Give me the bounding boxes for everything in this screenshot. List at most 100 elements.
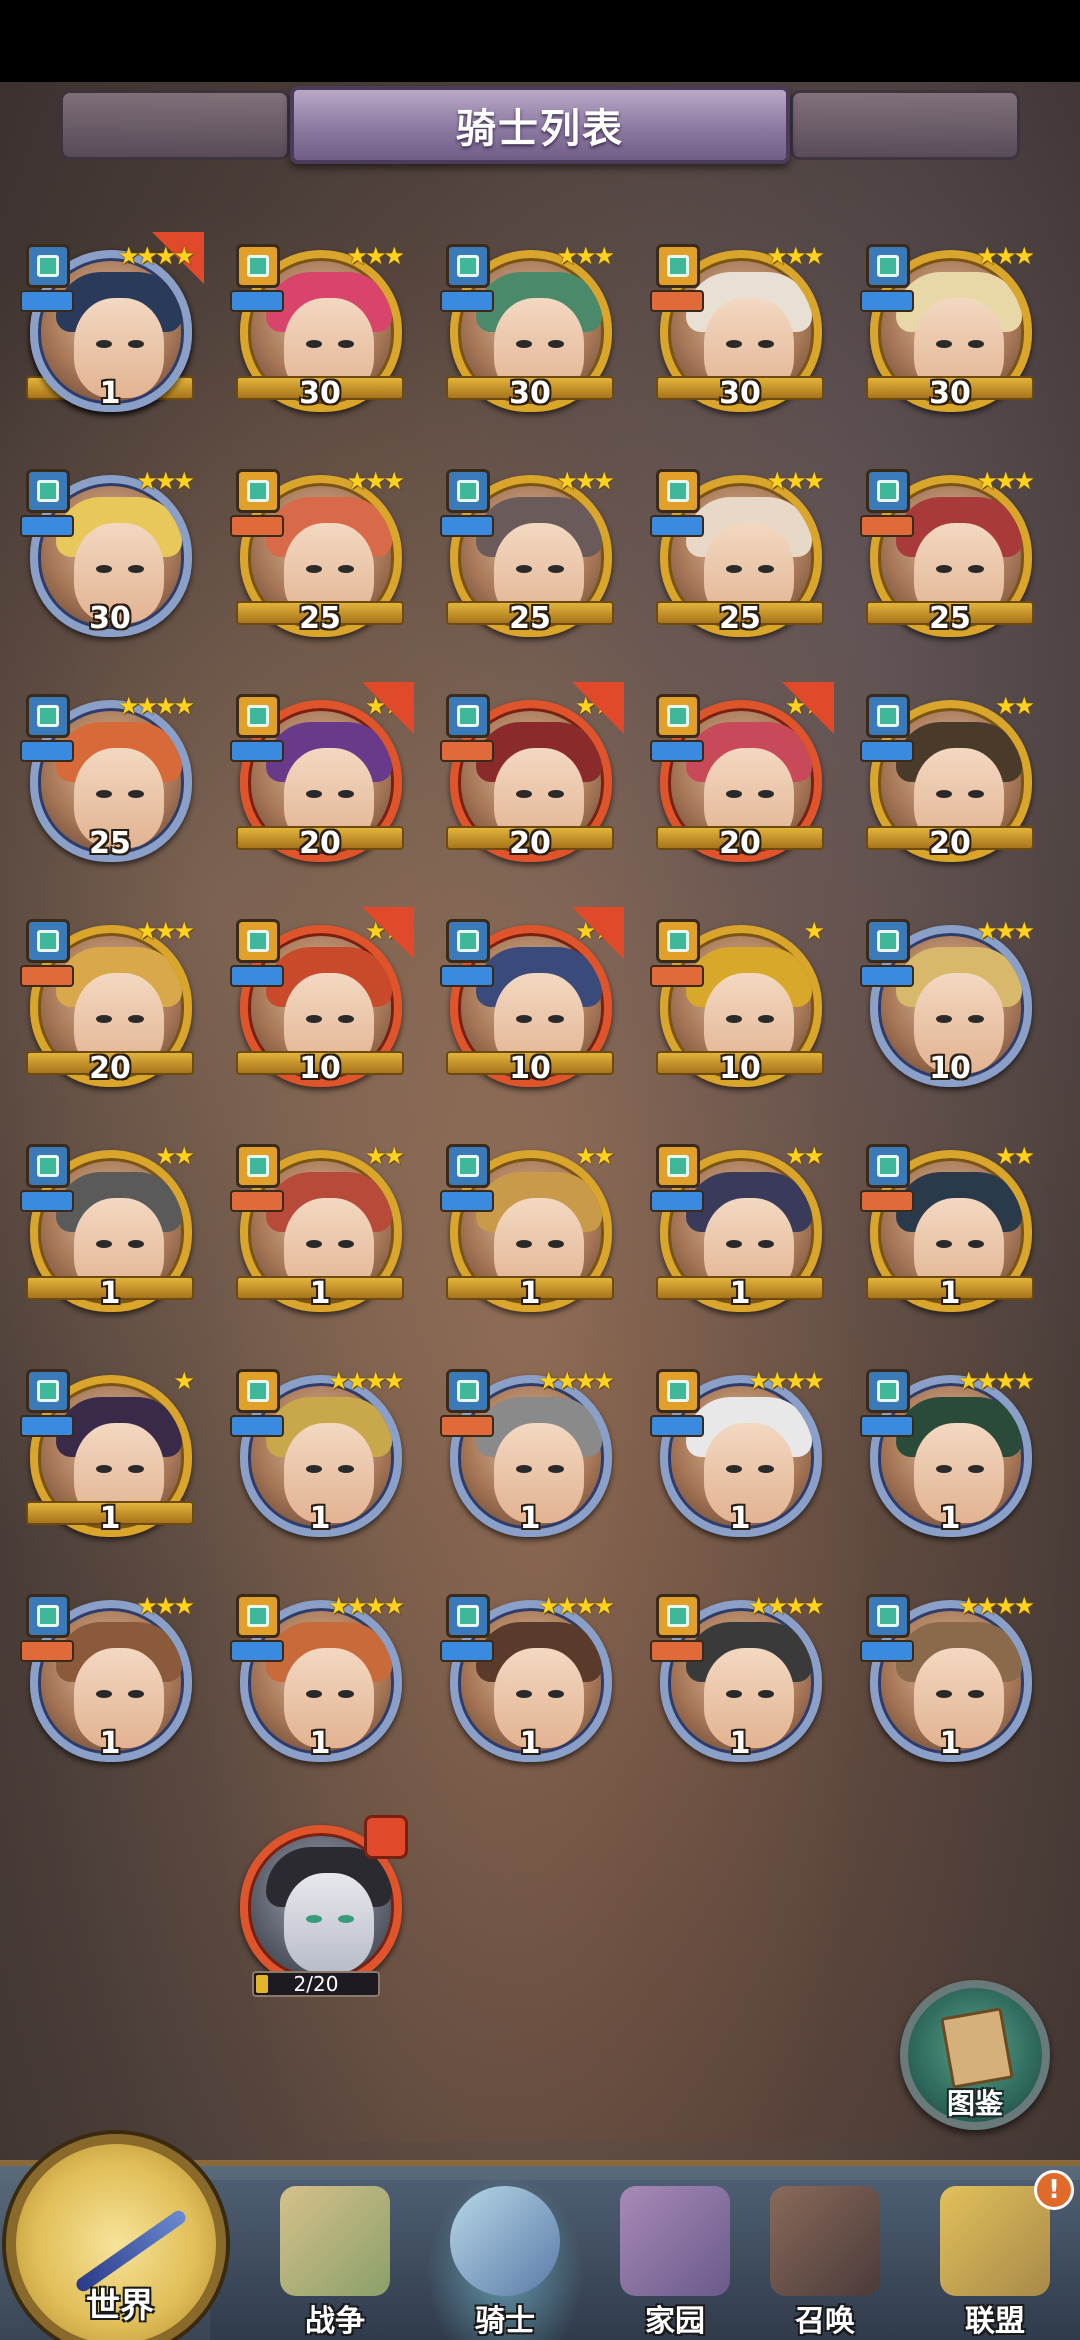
knight-portrait-eye — [936, 1015, 952, 1023]
knight-portrait-eye — [548, 1015, 564, 1023]
nav-item-summon[interactable]: 召唤 — [740, 2166, 910, 2340]
knight-card[interactable]: 1 ★★★★ — [230, 1590, 410, 1780]
knight-card[interactable]: 20 ★★ — [230, 682, 414, 880]
knight-card[interactable]: 1 ★★★★ — [860, 1590, 1040, 1780]
knight-card[interactable]: 10 ★★ — [440, 907, 624, 1105]
knight-card[interactable]: 1 ★★ — [440, 1140, 620, 1330]
title-decoration-left — [60, 90, 290, 160]
knight-portrait-eye — [338, 1015, 354, 1023]
knight-portrait-eye — [968, 1015, 984, 1023]
knight-card[interactable]: 1 ★ — [20, 1365, 200, 1555]
knight-card[interactable]: 25 ★★★★ — [20, 690, 200, 880]
star-rating: ★★ — [994, 1142, 1035, 1170]
class-icon-glyph — [667, 1380, 689, 1402]
knight-portrait-eye — [758, 340, 774, 348]
class-icon — [236, 244, 280, 288]
knight-card[interactable]: 1 ★★★★ — [650, 1365, 830, 1555]
knight-level: 10 — [929, 1051, 971, 1086]
knight-card[interactable]: 30 ★★★ — [440, 240, 620, 430]
role-icon — [650, 290, 704, 312]
role-icon — [860, 1190, 914, 1212]
knight-level: 25 — [89, 826, 131, 861]
role-icon — [860, 515, 914, 537]
class-icon — [656, 1144, 700, 1188]
knight-portrait-eye — [338, 1465, 354, 1473]
knight-portrait-eye — [128, 1690, 144, 1698]
world-button[interactable]: 世界 — [0, 2128, 240, 2340]
knight-card[interactable]: 10 ★ — [650, 915, 830, 1105]
knight-portrait-eye — [936, 565, 952, 573]
star-rating: ★★★ — [556, 467, 615, 495]
class-icon-glyph — [37, 1155, 59, 1177]
class-icon-glyph — [877, 705, 899, 727]
knight-card[interactable]: 1 ★★ — [860, 1140, 1040, 1330]
knight-card[interactable]: 30 ★★★ — [20, 465, 200, 655]
knight-level: 1 — [519, 1726, 541, 1761]
star-rating: ★★★ — [136, 467, 195, 495]
class-icon — [866, 244, 910, 288]
knight-card[interactable]: 1 ★★ — [650, 1140, 830, 1330]
star-rating: ★★ — [574, 1142, 615, 1170]
knight-portrait-eye — [516, 1015, 532, 1023]
knight-level: 20 — [929, 826, 971, 861]
class-icon-glyph — [667, 705, 689, 727]
knight-card[interactable]: 20 ★★★ — [20, 915, 200, 1105]
class-icon — [866, 1144, 910, 1188]
nav-item-war[interactable]: 战争 — [250, 2166, 420, 2340]
knight-card[interactable]: 1 ★★★★ — [860, 1365, 1040, 1555]
class-icon — [866, 694, 910, 738]
star-rating: ★★★ — [346, 467, 405, 495]
knight-portrait-eye — [758, 1465, 774, 1473]
knight-card[interactable]: 30 ★★★ — [650, 240, 830, 430]
nav-label-alliance: 联盟 — [965, 2304, 1025, 2339]
knight-card[interactable]: 1 ★★ — [230, 1140, 410, 1330]
knight-portrait-eye — [128, 1465, 144, 1473]
class-icon-glyph — [667, 930, 689, 952]
knight-card[interactable]: 1 ★★★ — [20, 1590, 200, 1780]
knight-icon — [450, 2186, 560, 2296]
knight-card[interactable]: 25 ★★★ — [650, 465, 830, 655]
knight-card[interactable]: 30 ★★★ — [230, 240, 410, 430]
role-icon — [440, 515, 494, 537]
knight-level: 20 — [719, 826, 761, 861]
knight-card[interactable]: 1 ★★★★ — [650, 1590, 830, 1780]
class-icon — [446, 1594, 490, 1638]
upgrade-arrow-icon — [362, 682, 414, 734]
star-rating: ★★★ — [346, 242, 405, 270]
knight-shard-card[interactable]: 2/20 — [230, 1815, 410, 2005]
knight-card[interactable]: 1 ★★★★ — [440, 1590, 620, 1780]
star-rating: ★★★ — [766, 242, 825, 270]
class-icon — [26, 1594, 70, 1638]
knight-card[interactable]: 25 ★★★ — [860, 465, 1040, 655]
role-icon — [20, 965, 74, 987]
knight-card[interactable]: 20 ★★ — [860, 690, 1040, 880]
nav-item-home[interactable]: 家园 — [590, 2166, 760, 2340]
knight-card[interactable]: 1 ★★★★ — [20, 240, 200, 430]
star-rating: ★★★ — [556, 242, 615, 270]
role-icon — [440, 1190, 494, 1212]
knight-card[interactable]: 25 ★★★ — [230, 465, 410, 655]
knight-portrait-eye — [306, 340, 322, 348]
class-icon-glyph — [247, 1155, 269, 1177]
nav-item-knights[interactable]: 骑士 — [420, 2166, 590, 2340]
knight-card[interactable]: 1 ★★★★ — [440, 1365, 620, 1555]
shard-progress-text: 2/20 — [293, 1972, 339, 1996]
class-icon-glyph — [877, 255, 899, 277]
knight-card[interactable]: 20 ★★ — [650, 682, 834, 880]
role-icon — [860, 1415, 914, 1437]
codex-button[interactable]: 图鉴 — [900, 1980, 1050, 2130]
house-icon — [620, 2186, 730, 2296]
knight-card[interactable]: 30 ★★★ — [860, 240, 1040, 430]
knight-level: 1 — [99, 1726, 121, 1761]
knight-portrait-eye — [128, 1240, 144, 1248]
class-icon-glyph — [457, 1380, 479, 1402]
knight-card[interactable]: 1 ★★ — [20, 1140, 200, 1330]
knight-card[interactable]: 20 ★★ — [440, 682, 624, 880]
knight-card[interactable]: 25 ★★★ — [440, 465, 620, 655]
knight-card[interactable]: 10 ★★ — [230, 907, 414, 1105]
knight-card[interactable]: 10 ★★★ — [860, 915, 1040, 1105]
knight-portrait-eye — [548, 565, 564, 573]
knight-card[interactable]: 1 ★★★★ — [230, 1365, 410, 1555]
class-icon — [26, 469, 70, 513]
class-icon — [446, 1144, 490, 1188]
